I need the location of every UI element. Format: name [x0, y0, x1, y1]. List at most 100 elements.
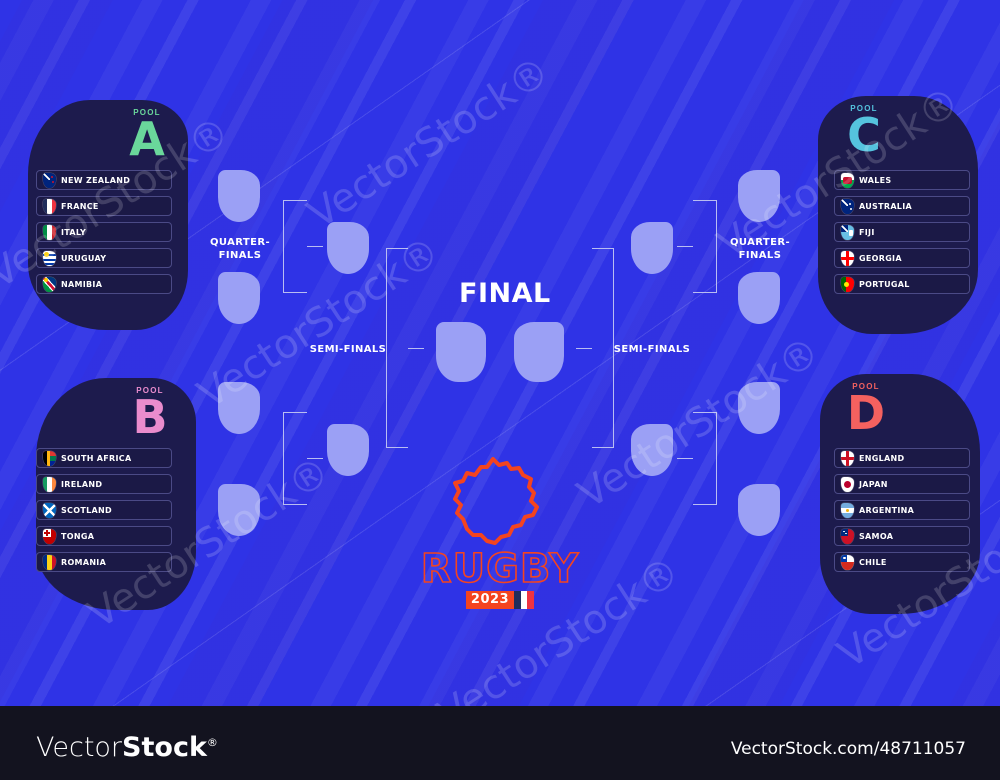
bracket-connector-right-q2 [693, 412, 717, 505]
bracket-connector-right-q1 [693, 200, 717, 293]
team-name: TONGA [61, 531, 95, 541]
team-list-pool-c: WALES AUSTRALIA FIJI GEORGIA PORTUGAL [834, 170, 970, 300]
team-row[interactable]: FRANCE [36, 196, 172, 216]
brand-bold: Stock [122, 732, 207, 763]
team-name: SAMOA [859, 531, 894, 541]
label-quarter-finals-left-line2: FINALS [218, 250, 262, 261]
final-slot-2[interactable] [514, 322, 564, 382]
team-row[interactable]: GEORGIA [834, 248, 970, 268]
label-quarter-finals-right: QUARTER- FINALS [716, 236, 804, 262]
quarter-final-slot-left-4[interactable] [218, 484, 260, 536]
label-final: FINAL [459, 278, 551, 309]
france-flag-icon [514, 591, 535, 609]
semi-final-slot-right-1[interactable] [631, 222, 673, 274]
flag-icon-jp [841, 476, 854, 492]
flag-icon-sc [43, 502, 56, 518]
team-name: FRANCE [61, 201, 99, 211]
team-row[interactable]: FIJI [834, 222, 970, 242]
flag-icon-ge [841, 250, 854, 266]
team-list-pool-a: NEW ZEALAND FRANCE ITALY URUGUAY NAMIBIA [36, 170, 172, 300]
footer-url: VectorStock.com/48711057 [730, 739, 966, 759]
flag-icon-ie [43, 476, 56, 492]
team-name: FIJI [859, 227, 875, 237]
flag-icon-au [841, 198, 854, 214]
quarter-final-slot-left-2[interactable] [218, 272, 260, 324]
semi-final-slot-left-1[interactable] [327, 222, 369, 274]
team-row[interactable]: CHILE [834, 552, 970, 572]
footer-bar: VectorStock® VectorStock.com/48711057 [0, 706, 1000, 780]
flag-icon-ro [43, 554, 56, 570]
pool-letter-c: C [847, 108, 881, 162]
final-slot-1[interactable] [436, 322, 486, 382]
label-quarter-finals-left-line1: QUARTER- [209, 237, 270, 248]
team-row[interactable]: PORTUGAL [834, 274, 970, 294]
team-name: IRELAND [61, 479, 103, 489]
team-row[interactable]: WALES [834, 170, 970, 190]
brand-thin: Vector [36, 732, 123, 763]
flag-icon-wa [841, 172, 854, 188]
team-name: ENGLAND [859, 453, 905, 463]
team-row[interactable]: SAMOA [834, 526, 970, 546]
team-name: URUGUAY [61, 253, 107, 263]
flag-icon-pt [841, 276, 854, 292]
pool-heading-c: POOL C [832, 104, 896, 162]
team-row[interactable]: AUSTRALIA [834, 196, 970, 216]
bracket-stub-right-q1 [677, 246, 693, 247]
team-row[interactable]: TONGA [36, 526, 172, 546]
quarter-final-slot-right-1[interactable] [738, 170, 780, 222]
flag-icon-ar [841, 502, 854, 518]
team-name: NAMIBIA [61, 279, 103, 289]
semi-final-slot-left-2[interactable] [327, 424, 369, 476]
logo-year: 2023 [465, 591, 515, 609]
label-semi-finals-right: SEMI-FINALS [613, 344, 691, 355]
flag-icon-za [43, 450, 56, 466]
semi-final-slot-right-2[interactable] [631, 424, 673, 476]
team-name: AUSTRALIA [859, 201, 912, 211]
flag-icon-fr [43, 198, 56, 214]
team-row[interactable]: ITALY [36, 222, 172, 242]
team-name: SCOTLAND [61, 505, 112, 515]
bracket-stub-right-semi [576, 348, 592, 349]
registered-mark: ® [206, 736, 218, 749]
team-row[interactable]: IRELAND [36, 474, 172, 494]
bracket-connector-left-q2 [283, 412, 307, 505]
team-row[interactable]: JAPAN [834, 474, 970, 494]
quarter-final-slot-left-1[interactable] [218, 170, 260, 222]
flag-icon-en [841, 450, 854, 466]
team-row[interactable]: URUGUAY [36, 248, 172, 268]
flag-icon-fj [841, 224, 854, 240]
logo-wordmark: RUGBY [420, 546, 580, 592]
quarter-final-slot-right-4[interactable] [738, 484, 780, 536]
team-row[interactable]: ARGENTINA [834, 500, 970, 520]
flag-icon-nz [43, 172, 56, 188]
team-row[interactable]: ENGLAND [834, 448, 970, 468]
team-row[interactable]: NAMIBIA [36, 274, 172, 294]
team-name: CHILE [859, 557, 887, 567]
pool-heading-d: POOL D [834, 382, 898, 436]
tournament-logo: RUGBY 2023 [404, 455, 596, 609]
quarter-final-slot-left-3[interactable] [218, 382, 260, 434]
bracket-stub-left-semi [408, 348, 424, 349]
team-row[interactable]: NEW ZEALAND [36, 170, 172, 190]
team-name: PORTUGAL [859, 279, 910, 289]
quarter-final-slot-right-2[interactable] [738, 272, 780, 324]
flag-icon-ws [841, 528, 854, 544]
label-quarter-finals-right-line1: QUARTER- [729, 237, 790, 248]
team-row[interactable]: SOUTH AFRICA [36, 448, 172, 468]
team-name: SOUTH AFRICA [61, 453, 132, 463]
team-row[interactable]: ROMANIA [36, 552, 172, 572]
team-name: GEORGIA [859, 253, 902, 263]
flag-icon-to [43, 528, 56, 544]
flag-icon-it [43, 224, 56, 240]
label-quarter-finals-right-line2: FINALS [738, 250, 782, 261]
pool-heading-b: POOL B [118, 386, 182, 440]
team-row[interactable]: SCOTLAND [36, 500, 172, 520]
team-list-pool-b: SOUTH AFRICA IRELAND SCOTLAND TONGA ROMANIA [36, 448, 172, 578]
flag-icon-cl [841, 554, 854, 570]
quarter-final-slot-right-3[interactable] [738, 382, 780, 434]
vectorstock-logo: VectorStock® [36, 728, 218, 763]
team-name: ROMANIA [61, 557, 107, 567]
pool-letter-a: A [129, 112, 165, 166]
bracket-stub-left-q1 [307, 246, 323, 247]
team-name: NEW ZEALAND [61, 175, 131, 185]
